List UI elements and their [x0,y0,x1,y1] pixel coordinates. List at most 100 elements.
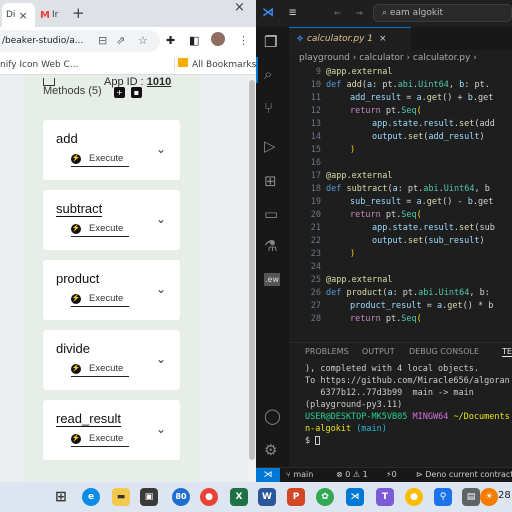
chrome-profile-icon[interactable]: ● [405,488,423,506]
chevron-down-icon[interactable]: ⌄ [156,142,166,156]
terminal[interactable]: ), completed with 4 local objects. To ht… [289,362,512,467]
all-bookmarks-button[interactable]: All Bookmarks [192,60,256,70]
git-icon[interactable]: ⚲ [434,488,452,506]
activity-bar: ❐ ⌕ ⑂ ▷ ⊞ ▭ ⚗ .ew ◯ ⚙ [256,27,289,467]
execute-button[interactable]: ⚡ Execute [71,361,130,377]
extensions-icon[interactable]: ✚ [166,34,175,47]
execute-button[interactable]: ⚡ Execute [71,221,130,237]
code-line: app.state.result.set(add [372,119,495,129]
delete-icon[interactable]: ▪ [131,87,142,98]
method-name: product [56,271,100,286]
chevron-down-icon[interactable]: ⌄ [156,212,166,226]
testing-icon[interactable]: ⚗ [264,237,277,255]
method-card-product[interactable]: product ⚡ Execute ⌄ [43,260,180,320]
title-bar: ⋊ ≡ ← → ⌕ eam algokit [256,0,512,27]
address-bar[interactable]: /beaker-studio/a... [0,30,160,52]
app-icon-2[interactable]: ▤ [462,488,480,506]
branch-indicator[interactable]: ⑂ main [286,470,313,479]
ports-indicator[interactable]: ⚡0 [386,470,397,479]
line-number: 17 [310,171,321,181]
chevron-down-icon[interactable]: ⌄ [156,422,166,436]
search-text: eam algokit [389,8,444,18]
command-center-search[interactable]: ⌕ eam algokit [373,4,512,22]
code-line: return pt.Seq( [350,106,422,116]
tab-problems[interactable]: PROBLEMS [305,347,349,356]
star-icon[interactable]: ☆ [138,34,148,47]
chevron-down-icon[interactable]: ⌄ [156,282,166,296]
settings-gear-icon[interactable]: ⚙ [264,441,277,459]
word-icon[interactable]: W [258,488,276,506]
execute-button[interactable]: ⚡ Execute [71,291,130,307]
panel-tabs: PROBLEMS OUTPUT DEBUG CONSOLE TE [289,342,512,360]
line-number: 16 [310,158,321,168]
explorer-icon[interactable]: ❐ [264,33,277,51]
breadcrumb[interactable]: playground › calculator › calculator.py … [289,50,512,67]
excel-icon[interactable]: X [230,488,248,506]
extensions-icon[interactable]: ⊞ [264,172,277,190]
code-line: output.set(sub_result) [372,236,485,246]
forward-arrow-icon[interactable]: → [356,6,363,19]
line-number: 26 [310,288,321,298]
method-card-read-result[interactable]: read_result ⚡ Execute ⌄ [43,400,180,460]
close-icon[interactable]: × [379,34,387,44]
terminal-input[interactable]: $ [305,436,321,446]
tab-calculator-py[interactable]: ⟡ calculator.py 1 × [289,27,411,50]
profile-avatar[interactable] [211,32,225,46]
execute-button[interactable]: ⚡ Execute [71,151,130,167]
task-view-icon[interactable]: ⊞ [52,488,70,506]
prompt-user: USER@DESKTOP-MK5VB05 [305,412,408,422]
powerpoint-icon[interactable]: P [287,488,305,506]
method-card-add[interactable]: add ⚡ Execute ⌄ [43,120,180,180]
code-editor[interactable]: 9 @app.external 10 def add(a: pt.abi.Uin… [289,67,512,335]
prompt-branch: (main) [356,424,387,434]
close-icon[interactable]: × [18,9,27,22]
chrome-icon[interactable]: ● [200,488,218,506]
tab-gmail[interactable]: M Ir [38,3,64,27]
line-number: 9 [315,67,321,77]
menu-icon[interactable]: ⋮ [238,34,249,47]
source-control-icon[interactable]: ⑂ [264,99,273,117]
app-id-value[interactable]: 1010 [147,76,171,88]
weather-icon[interactable]: ☀ [480,488,498,506]
store-icon[interactable]: ▣ [140,488,158,506]
prompt-symbol: $ [305,436,311,446]
tab-debug-console[interactable]: DEBUG CONSOLE [409,347,479,356]
run-debug-icon[interactable]: ▷ [264,137,276,155]
remote-explorer-icon[interactable]: ▭ [264,205,278,223]
remote-indicator-icon[interactable]: ⋊ [256,468,280,482]
line-number: 15 [310,145,321,155]
bookmark-item[interactable]: nify Icon Web C... [0,60,78,70]
line-number: 12 [310,106,321,116]
install-icon[interactable]: ⊟ [98,34,107,47]
line-number: 27 [310,301,321,311]
chevron-down-icon[interactable]: ⌄ [156,352,166,366]
notification-badge[interactable]: 80 [172,488,190,506]
new-tab-button[interactable]: + [72,4,85,22]
page-scrollbar-thumb[interactable] [249,80,255,460]
back-arrow-icon[interactable]: ← [334,6,341,19]
problems-indicator[interactable]: ⊗ 0 ⚠ 1 [336,470,368,479]
edge-icon[interactable]: e [82,488,100,506]
app-icon[interactable]: ✿ [316,488,334,506]
plus-icon[interactable]: + [114,87,125,98]
tab-output[interactable]: OUTPUT [362,347,395,356]
tab-terminal[interactable]: TE [502,347,512,357]
task-indicator[interactable]: ⊳ Deno current contract [416,470,512,479]
ext-badge-icon[interactable]: .ew [264,273,281,286]
file-explorer-icon[interactable]: ▬ [112,488,130,506]
vscode-icon[interactable]: ⋊ [346,488,364,506]
search-icon[interactable]: ⌕ [264,65,272,83]
method-card-divide[interactable]: divide ⚡ Execute ⌄ [43,330,180,390]
window-close-button[interactable]: × [234,0,245,15]
share-icon[interactable]: ⇗ [116,34,125,47]
tab-label: Ir [51,10,59,20]
sidepanel-icon[interactable]: ◧ [189,34,199,47]
execute-button[interactable]: ⚡ Execute [71,431,130,447]
teams-icon[interactable]: T [376,488,394,506]
menu-icon[interactable]: ≡ [289,5,296,19]
tab-active[interactable]: Di × [2,3,35,27]
method-card-subtract[interactable]: subtract ⚡ Execute ⌄ [43,190,180,250]
execute-label: Execute [89,153,124,164]
execute-label: Execute [89,293,124,304]
account-icon[interactable]: ◯ [264,407,281,425]
